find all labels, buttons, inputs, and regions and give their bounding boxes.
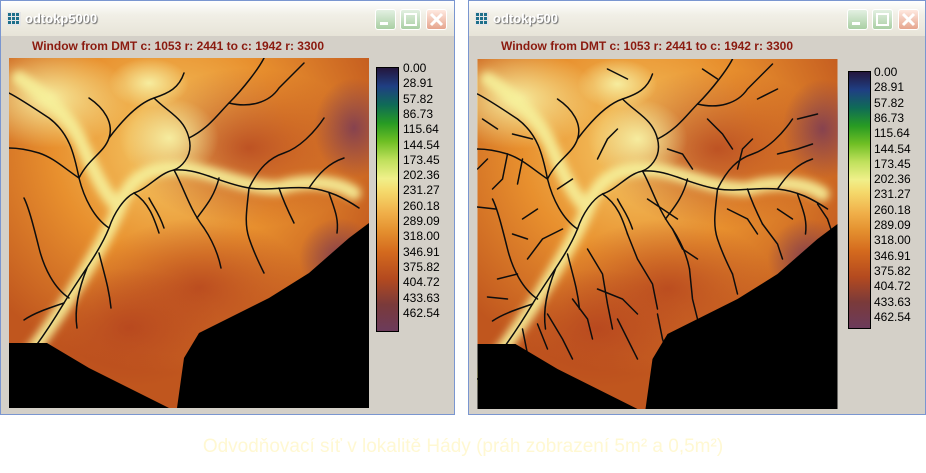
legend-label: 202.36	[403, 168, 440, 183]
maximize-button[interactable]	[872, 9, 893, 30]
legend-label: 375.82	[403, 259, 440, 274]
window-title: odtokp5000	[25, 11, 98, 26]
legend-label: 433.63	[874, 294, 911, 309]
legend-label: 289.09	[403, 214, 440, 228]
legend-label: 28.91	[403, 76, 434, 91]
title-bar[interactable]: odtokp5000	[1, 1, 454, 36]
minimize-button[interactable]	[847, 9, 868, 30]
legend-label: 57.82	[874, 95, 905, 110]
elevation-legend-bar	[848, 71, 871, 329]
legend-label: 86.73	[874, 110, 905, 125]
window-caption: Window from DMT c: 1053 r: 2441 to c: 19…	[32, 39, 324, 53]
legend-label: 433.63	[403, 290, 440, 305]
legend-label: 462.54	[874, 309, 911, 324]
legend-label: 115.64	[403, 122, 439, 137]
legend-label: 0.00	[874, 65, 898, 79]
minimize-icon	[380, 22, 388, 25]
terrain-map[interactable]	[9, 58, 369, 408]
grid-app-icon	[475, 12, 489, 26]
legend-label: 346.91	[874, 248, 911, 263]
close-button[interactable]	[426, 9, 447, 30]
minimize-button[interactable]	[375, 9, 396, 30]
legend-label: 231.27	[403, 183, 440, 198]
minimize-icon	[852, 22, 860, 25]
legend-label: 260.18	[403, 198, 440, 213]
legend-label: 289.09	[874, 218, 911, 232]
window-caption: Window from DMT c: 1053 r: 2441 to c: 19…	[501, 39, 793, 53]
legend-label: 115.64	[874, 126, 910, 141]
legend-label: 173.45	[403, 152, 440, 167]
close-icon	[429, 12, 444, 27]
legend-label: 404.72	[403, 275, 440, 290]
window-title: odtokp500	[493, 11, 559, 26]
footer-caption: Odvodňovací síť v lokalitě Hády (práh zo…	[202, 436, 724, 457]
legend-label: 173.45	[874, 156, 911, 171]
legend-label: 231.27	[874, 187, 911, 202]
maximize-icon	[404, 13, 417, 26]
legend-label: 260.18	[874, 202, 911, 217]
legend-label: 57.82	[403, 91, 434, 106]
elevation-legend-bar	[376, 67, 399, 332]
legend-label: 28.91	[874, 80, 905, 95]
legend-label: 144.54	[403, 137, 440, 152]
legend-label: 144.54	[874, 141, 911, 156]
close-button[interactable]	[898, 9, 919, 30]
legend-label: 404.72	[874, 279, 911, 294]
legend-label: 346.91	[403, 244, 440, 259]
terrain-map[interactable]	[477, 59, 838, 409]
window-odtokp5000[interactable]: odtokp5000 Window from DMT c: 1053 r: 24…	[0, 0, 455, 415]
legend-label: 318.00	[403, 229, 440, 244]
legend-label: 375.82	[874, 263, 911, 278]
legend-label: 202.36	[874, 172, 911, 187]
grid-app-icon	[7, 12, 21, 26]
maximize-button[interactable]	[400, 9, 421, 30]
legend-label: 86.73	[403, 106, 434, 121]
close-icon	[901, 12, 916, 27]
legend-label: 462.54	[403, 305, 440, 320]
title-bar[interactable]: odtokp500	[469, 1, 925, 36]
legend-label: 0.00	[403, 61, 427, 75]
maximize-icon	[876, 13, 889, 26]
legend-label: 318.00	[874, 233, 911, 248]
window-odtokp500[interactable]: odtokp500 Window from DMT c: 1053 r: 244…	[468, 0, 926, 415]
